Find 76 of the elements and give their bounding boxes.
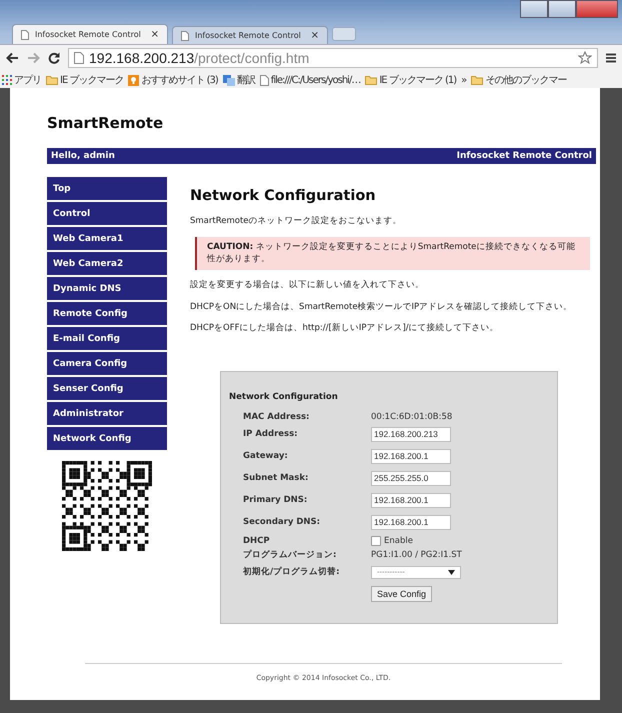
- maximize-button[interactable]: [548, 0, 576, 18]
- instruction-text: DHCPをONにした場合は、SmartRemote検索ツールでIPアドレスを確認して接続して下さい。: [190, 302, 574, 314]
- input-field[interactable]: 192.168.200.1: [371, 448, 451, 464]
- bookmark-item[interactable]: IE ブックマーク: [60, 73, 124, 87]
- folder-icon: [365, 75, 378, 85]
- site-logo: SmartRemote: [47, 114, 164, 132]
- tab-title: Infosocket Remote Control: [35, 30, 142, 39]
- nav-item[interactable]: Web Camera2: [47, 252, 167, 275]
- nav-item[interactable]: Administrator: [47, 402, 167, 425]
- nav-item[interactable]: Senser Config: [47, 377, 167, 400]
- input-field[interactable]: 192.168.200.1: [371, 492, 451, 508]
- input-field[interactable]: 192.168.200.213: [371, 426, 451, 442]
- folder-icon: [471, 75, 484, 85]
- checkbox[interactable]: [371, 536, 381, 546]
- instruction-text: DHCPをOFFにした場合は、http://[新しいIPアドレス]/にて接続して下さい。: [190, 323, 500, 335]
- bookmark-item[interactable]: おすすめサイト (3): [141, 73, 218, 87]
- browser-tab[interactable]: Infosocket Remote Control ×: [172, 26, 328, 44]
- field-label: Secondary DNS:: [243, 517, 322, 527]
- url-host: 192.168.200.213: [89, 50, 194, 66]
- field-label: Gateway:: [243, 451, 289, 461]
- input-field[interactable]: 255.255.255.0: [371, 470, 451, 486]
- save-button[interactable]: Save Config: [371, 586, 432, 602]
- field-label: 初期化/プログラム切替:: [243, 566, 341, 578]
- qr-code-icon: [62, 461, 152, 551]
- field-label: DHCP: [243, 536, 271, 546]
- page-icon: [74, 52, 84, 64]
- reload-icon[interactable]: [48, 52, 60, 64]
- bookmark-item[interactable]: IE ブックマーク (1): [379, 73, 456, 87]
- page-icon: [260, 74, 269, 86]
- bookmark-item[interactable]: 翻訳: [236, 73, 255, 87]
- nav-item[interactable]: Network Config: [47, 427, 167, 450]
- bulb-icon: [128, 74, 140, 86]
- greeting: Hello, admin: [51, 151, 115, 161]
- nav-item[interactable]: Web Camera1: [47, 227, 167, 250]
- tab-title: Infosocket Remote Control: [195, 31, 302, 40]
- url-path: /protect/config.htm: [194, 50, 310, 66]
- minimize-button[interactable]: [520, 0, 548, 18]
- caution-message: CAUTION: ネットワーク設定を変更することによりSmartRemoteに接続できなくなる可能性があります。: [195, 237, 590, 270]
- input-field[interactable]: 192.168.200.1: [371, 514, 451, 530]
- back-icon[interactable]: [6, 52, 19, 64]
- nav-item[interactable]: Control: [47, 202, 167, 225]
- page-heading: Network Configuration: [190, 188, 377, 204]
- tab-close-button[interactable]: ×: [150, 29, 159, 40]
- page-icon: [21, 30, 29, 40]
- nav-item[interactable]: E-mail Config: [47, 327, 167, 350]
- field-label: IP Address:: [243, 429, 299, 439]
- menu-icon[interactable]: [606, 53, 616, 63]
- bookmark-item[interactable]: file:///C:/Users/yoshi/…: [270, 74, 360, 86]
- nav-item[interactable]: Camera Config: [47, 352, 167, 375]
- field-label: MAC Address:: [243, 412, 310, 422]
- star-icon[interactable]: [578, 51, 592, 65]
- bookmark-item[interactable]: アプリ: [14, 73, 41, 87]
- checkbox-label: Enable: [384, 536, 413, 546]
- browser-tab[interactable]: Infosocket Remote Control ×: [12, 24, 168, 44]
- nav-item[interactable]: Dynamic DNS: [47, 277, 167, 300]
- translate-icon: [222, 74, 235, 86]
- folder-icon: [46, 75, 58, 85]
- field-label: Primary DNS:: [243, 495, 308, 505]
- nav-item[interactable]: Top: [47, 177, 167, 200]
- intro-text: SmartRemoteのネットワーク設定をおこないます。: [190, 216, 403, 228]
- tab-close-button[interactable]: ×: [310, 30, 319, 41]
- bookmark-item[interactable]: その他のブックマー: [485, 73, 566, 87]
- field-value: PG1:I1.00 / PG2:I1.ST: [371, 550, 462, 560]
- instruction-text: 設定を変更する場合は、以下に新しい値を入れて下さい。: [190, 280, 425, 292]
- apps-grid-icon: [2, 75, 12, 85]
- form-title: Network Configuration: [229, 392, 339, 402]
- more-bookmarks-button[interactable]: »: [461, 74, 466, 86]
- field-label: Subnet Mask:: [243, 473, 310, 483]
- caret-icon: [448, 570, 455, 574]
- field-value: 00:1C:6D:01:0B:58: [371, 412, 452, 422]
- address-bar[interactable]: 192.168.200.213/protect/config.htm: [68, 48, 598, 68]
- nav-item[interactable]: Remote Config: [47, 302, 167, 325]
- field-label: プログラムバージョン:: [243, 549, 338, 561]
- close-window-button[interactable]: [576, 0, 618, 18]
- page-icon: [181, 30, 189, 40]
- header-title: Infosocket Remote Control: [456, 151, 592, 161]
